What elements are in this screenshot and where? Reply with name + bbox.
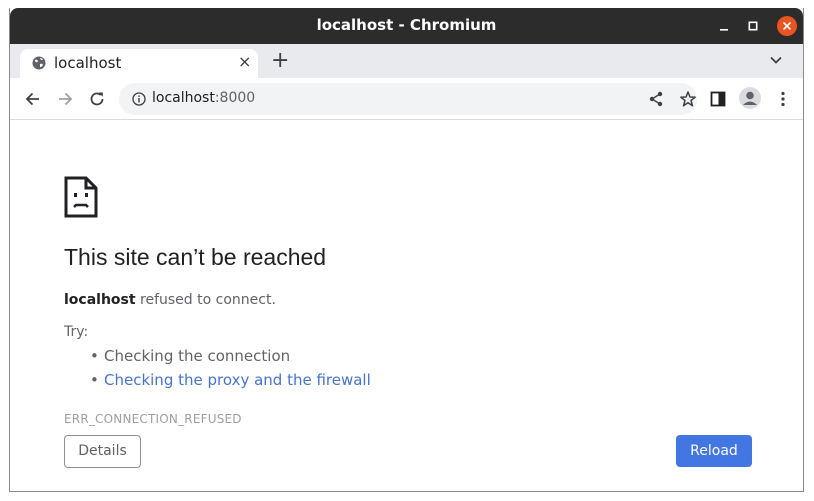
suggestion-list: Checking the connection Checking the pro… bbox=[90, 344, 371, 392]
address-bar[interactable]: localhost:8000 bbox=[119, 83, 697, 115]
error-heading: This site can’t be reached bbox=[64, 244, 327, 270]
tab-close-button[interactable]: × bbox=[238, 52, 251, 71]
details-button[interactable]: Details bbox=[64, 435, 141, 468]
minimize-icon bbox=[720, 29, 728, 31]
error-host: localhost bbox=[64, 292, 136, 308]
error-code: ERR_CONNECTION_REFUSED bbox=[64, 412, 242, 426]
arrow-right-icon[interactable] bbox=[56, 90, 74, 108]
globe-icon bbox=[32, 56, 46, 70]
suggestion-check-connection: Checking the connection bbox=[90, 344, 371, 368]
error-message: refused to connect. bbox=[135, 292, 276, 308]
maximize-icon bbox=[748, 21, 758, 31]
browser-window: localhost - Chromium localhost × + local… bbox=[9, 8, 804, 492]
close-icon bbox=[782, 21, 792, 31]
error-page: This site can’t be reached localhost ref… bbox=[10, 120, 803, 491]
minimize-button[interactable] bbox=[714, 16, 734, 36]
close-button[interactable] bbox=[777, 16, 797, 36]
profile-icon bbox=[743, 91, 757, 105]
reload-button[interactable]: Reload bbox=[676, 435, 752, 467]
reload-icon[interactable] bbox=[88, 90, 106, 108]
star-icon[interactable] bbox=[679, 90, 697, 108]
url-host: localhost bbox=[152, 90, 215, 106]
url-text: localhost:8000 bbox=[152, 90, 255, 106]
avatar[interactable] bbox=[739, 87, 761, 109]
tab-title: localhost bbox=[54, 54, 122, 72]
maximize-button[interactable] bbox=[743, 16, 763, 36]
window-title: localhost - Chromium bbox=[316, 16, 497, 34]
title-bar: localhost - Chromium bbox=[10, 8, 803, 44]
toolbar: localhost:8000 bbox=[10, 78, 803, 120]
error-description: localhost refused to connect. bbox=[64, 292, 276, 308]
side-panel-icon[interactable] bbox=[709, 90, 727, 108]
tab-localhost[interactable]: localhost × bbox=[20, 49, 258, 78]
kebab-menu-icon[interactable] bbox=[774, 90, 792, 108]
share-icon[interactable] bbox=[647, 90, 665, 108]
chevron-down-icon[interactable] bbox=[768, 52, 784, 68]
arrow-left-icon[interactable] bbox=[24, 90, 42, 108]
tab-strip: localhost × + bbox=[10, 44, 803, 78]
sad-page-icon bbox=[64, 176, 98, 218]
info-icon[interactable] bbox=[132, 92, 146, 106]
new-tab-button[interactable]: + bbox=[271, 48, 289, 74]
suggestion-check-proxy-link[interactable]: Checking the proxy and the firewall bbox=[90, 368, 371, 392]
url-port: :8000 bbox=[214, 90, 256, 106]
try-label: Try: bbox=[64, 324, 89, 340]
